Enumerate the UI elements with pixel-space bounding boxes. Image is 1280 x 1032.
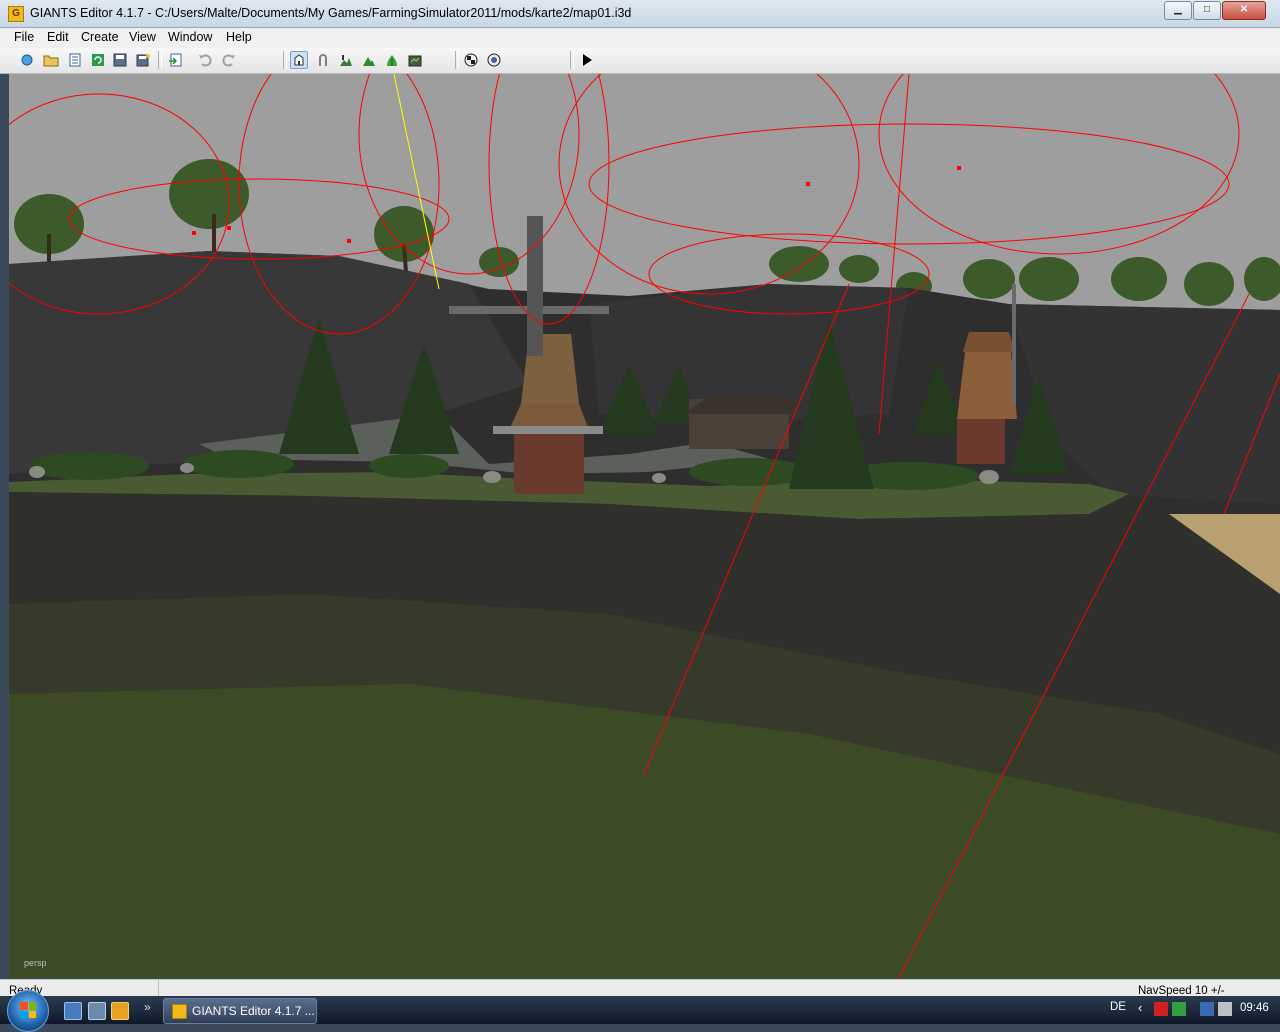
render-options-icon[interactable] bbox=[462, 51, 480, 69]
antivirus-icon[interactable] bbox=[1154, 1002, 1168, 1016]
taskbar-item-giants-editor[interactable]: GIANTS Editor 4.1.7 ... bbox=[163, 998, 317, 1024]
app-icon: G bbox=[8, 6, 24, 22]
toolbar bbox=[0, 48, 1280, 74]
redo-icon[interactable] bbox=[220, 51, 238, 69]
reload-icon[interactable] bbox=[89, 51, 107, 69]
foliage-paint-icon[interactable] bbox=[383, 51, 401, 69]
taskbar: » GIANTS Editor 4.1.7 ... DE ‹ 09:46 bbox=[0, 990, 1280, 1032]
title-bar[interactable]: G GIANTS Editor 4.1.7 - C:/Users/Malte/D… bbox=[0, 0, 1280, 28]
open-icon[interactable] bbox=[42, 51, 60, 69]
media-player-icon[interactable] bbox=[111, 1002, 129, 1020]
menu-help[interactable]: Help bbox=[224, 30, 254, 44]
close-button[interactable]: ✕ bbox=[1222, 1, 1266, 20]
list-icon[interactable] bbox=[66, 51, 84, 69]
quicklaunch-chevron-icon[interactable]: » bbox=[144, 1000, 151, 1014]
maximize-button[interactable]: □ bbox=[1193, 1, 1221, 20]
select-mode-icon[interactable] bbox=[290, 51, 308, 69]
menu-window[interactable]: Window bbox=[166, 30, 214, 44]
play-icon[interactable] bbox=[578, 51, 596, 69]
terrain-sculpt-icon[interactable] bbox=[337, 51, 355, 69]
menu-edit[interactable]: Edit bbox=[45, 30, 71, 44]
volume-icon[interactable] bbox=[1218, 1002, 1232, 1016]
start-button[interactable] bbox=[7, 990, 49, 1032]
tray-expand-icon[interactable]: ‹ bbox=[1138, 1000, 1142, 1015]
show-desktop-icon[interactable] bbox=[64, 1002, 82, 1020]
menu-bar: File Edit Create View Window Help bbox=[0, 28, 1280, 49]
minimize-button[interactable]: ▁ bbox=[1164, 1, 1192, 20]
window-title: GIANTS Editor 4.1.7 - C:/Users/Malte/Doc… bbox=[30, 6, 632, 20]
move-mode-icon[interactable] bbox=[314, 51, 332, 69]
window-controls: ▁ □ ✕ bbox=[1164, 1, 1266, 20]
menu-create[interactable]: Create bbox=[79, 30, 121, 44]
status-bar: Ready NavSpeed 10 +/- bbox=[0, 979, 1280, 997]
switch-windows-icon[interactable] bbox=[88, 1002, 106, 1020]
camera-label: persp bbox=[24, 958, 47, 968]
save-icon[interactable] bbox=[111, 51, 129, 69]
clock[interactable]: 09:46 bbox=[1240, 1002, 1269, 1014]
menu-view[interactable]: View bbox=[127, 30, 158, 44]
terrain-paint-icon[interactable] bbox=[360, 51, 378, 69]
network-icon[interactable] bbox=[1172, 1002, 1186, 1016]
taskbar-item-label: GIANTS Editor 4.1.7 ... bbox=[192, 1004, 315, 1018]
save-as-icon[interactable] bbox=[134, 51, 152, 69]
giants-editor-icon bbox=[172, 1004, 187, 1019]
language-indicator[interactable]: DE bbox=[1110, 1001, 1126, 1013]
undo-icon[interactable] bbox=[196, 51, 214, 69]
windows-logo-icon bbox=[20, 1002, 36, 1018]
monitor-icon[interactable] bbox=[1200, 1002, 1214, 1016]
status-divider bbox=[158, 980, 159, 997]
new-scene-icon[interactable] bbox=[18, 51, 36, 69]
3d-viewport[interactable]: persp bbox=[9, 74, 1280, 978]
scene-render bbox=[9, 74, 1280, 978]
import-icon[interactable] bbox=[166, 51, 184, 69]
camera-options-icon[interactable] bbox=[485, 51, 503, 69]
terrain-export-icon[interactable] bbox=[406, 51, 424, 69]
menu-file[interactable]: File bbox=[12, 30, 36, 44]
